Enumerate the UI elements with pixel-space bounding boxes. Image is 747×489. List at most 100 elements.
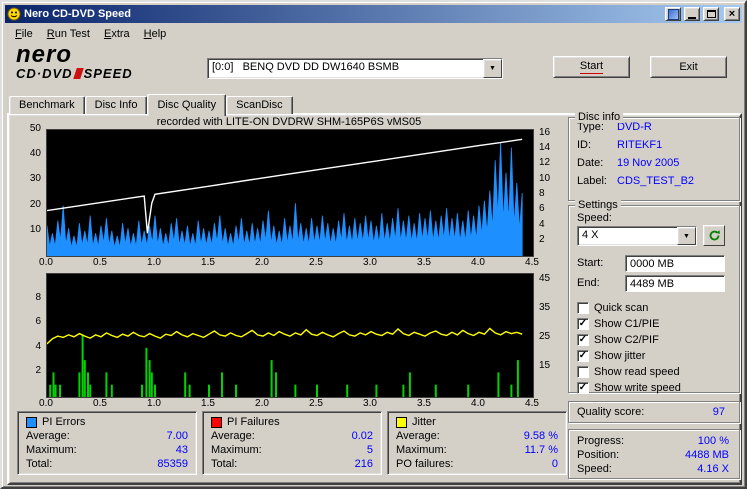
speed-select-dropdown-button[interactable]: ▼ (677, 227, 696, 245)
chevron-down-icon: ▼ (489, 65, 496, 72)
end-position-field[interactable]: 4489 MB (625, 275, 725, 292)
stat-row: Total: 85359 (26, 458, 188, 470)
disc-info-row: Label: CDS_TEST_B2 (577, 175, 695, 187)
logo-product-right: SPEED (83, 66, 133, 81)
show-write-speed-option: ✓ Show write speed (577, 382, 681, 394)
logo-flame-icon (72, 68, 84, 79)
pi-errors-x-axis: 0.0 0.5 1.0 1.5 2.0 2.5 3.0 3.5 4.0 4.5 (39, 257, 539, 268)
show-read-speed-option: Show read speed (577, 365, 680, 379)
tab-strip: Benchmark Disc Info Disc Quality ScanDis… (9, 92, 293, 116)
disc-info-row: Date: 19 Nov 2005 (577, 157, 680, 169)
pi-errors-left-axis: 50 40 30 20 10 (29, 123, 41, 235)
start-button[interactable]: Start (553, 56, 630, 78)
title-bar[interactable]: Nero CD-DVD Speed × (5, 5, 742, 23)
stat-row: Maximum: 5 (211, 444, 373, 456)
tab-disc-info[interactable]: Disc Info (84, 96, 148, 114)
settings-group-title: Settings (575, 199, 621, 211)
menu-run-test[interactable]: Run Test (40, 26, 97, 42)
menu-extra[interactable]: Extra (97, 26, 137, 42)
progress-row: Progress: 100 % (577, 435, 729, 447)
jitter-stats-title: Jitter (412, 416, 436, 428)
logo-product-text: CD·DVD SPEED (16, 66, 186, 81)
chart-title: recorded with LITE-ON DVDRW SHM-165P6S v… (156, 116, 422, 128)
refresh-button[interactable] (703, 225, 725, 246)
pi-errors-stats-box: PI Errors Average: 7.00 Maximum: 43 Total:… (17, 411, 197, 475)
pi-errors-legend-swatch (26, 416, 37, 428)
quality-score-value: 97 (712, 406, 725, 418)
pi-errors-chart-plot (46, 129, 534, 257)
quick-scan-option: Quick scan (577, 301, 648, 315)
disc-quality-content: recorded with LITE-ON DVDRW SHM-165P6S v… (9, 111, 740, 483)
show-c2-pif-option: ✓ Show C2/PIF (577, 334, 659, 346)
logo-brand-text: nero (16, 41, 73, 68)
quality-score-label: Quality score: (577, 406, 645, 418)
pi-failures-x-axis: 0.0 0.5 1.0 1.5 2.0 2.5 3.0 3.5 4.0 4.5 (39, 398, 539, 409)
quality-score-group: Quality score: 97 (568, 401, 740, 423)
position-row: Position: 4488 MB (577, 449, 729, 461)
menu-help[interactable]: Help (137, 26, 174, 42)
exit-button[interactable]: Exit (650, 56, 727, 78)
jitter-stats-box: Jitter Average: 9.58 % Maximum: 11.7 % PO … (387, 411, 567, 475)
menu-bar: File Run Test Extra Help (8, 25, 173, 42)
tab-disc-quality[interactable]: Disc Quality (147, 94, 227, 116)
chevron-down-icon: ▼ (683, 232, 690, 240)
pi-failures-legend-swatch (211, 416, 222, 428)
drive-select-dropdown-button[interactable]: ▼ (483, 59, 502, 78)
speed-select[interactable]: 4 X ▼ (577, 226, 697, 246)
logo-product-left: CD·DVD (16, 66, 73, 81)
app-window: Nero CD-DVD Speed × File Run Test Extra … (0, 0, 747, 489)
minimize-icon (688, 16, 696, 19)
end-label: End: (577, 277, 600, 289)
speed-select-value: 4 X (582, 229, 599, 241)
maximize-button[interactable] (703, 7, 719, 21)
tab-benchmark[interactable]: Benchmark (9, 96, 85, 114)
show-write-speed-checkbox[interactable]: ✓ (577, 382, 589, 394)
disc-info-row: ID: RITEKF1 (577, 139, 663, 151)
menu-file[interactable]: File (8, 26, 40, 42)
show-read-speed-checkbox[interactable] (577, 366, 589, 378)
pi-failures-chart-plot (46, 273, 534, 398)
pi-failures-stats-box: PI Failures Average: 0.02 Maximum: 5 Total… (202, 411, 382, 475)
progress-group: Progress: 100 % Position: 4488 MB Speed: 4.… (568, 429, 740, 479)
stat-row: Average: 9.58 % (396, 430, 558, 442)
jitter-legend-swatch (396, 416, 407, 428)
ime-icon (667, 8, 679, 20)
quick-scan-checkbox[interactable] (577, 302, 589, 314)
pi-failures-stats-title: PI Failures (227, 416, 280, 428)
scan-speed-row: Speed: 4.16 X (577, 463, 729, 475)
show-c1-pie-option: ✓ Show C1/PIE (577, 318, 660, 330)
nero-smiley-app-icon[interactable] (7, 7, 21, 21)
pi-failures-right-axis: 45 35 25 15 (539, 273, 551, 371)
stat-row: Maximum: 11.7 % (396, 444, 558, 456)
nero-logo: nero CD·DVD SPEED (16, 41, 186, 82)
speed-label: Speed: (577, 212, 612, 224)
stat-row: Average: 0.02 (211, 430, 373, 442)
show-c2-pif-checkbox[interactable]: ✓ (577, 334, 589, 346)
minimize-button[interactable] (684, 7, 700, 21)
disc-info-group: Disc info Type: DVD-R ID: RITEKF1 Date: 19 … (568, 111, 740, 201)
stat-row: Maximum: 43 (26, 444, 188, 456)
pi-failures-left-axis: 8642 (35, 291, 41, 377)
pi-errors-stats-title: PI Errors (42, 416, 86, 428)
stat-row: Average: 7.00 (26, 430, 188, 442)
stats-row: PI Errors Average: 7.00 Maximum: 43 Total:… (17, 411, 567, 475)
maximize-icon (706, 10, 716, 18)
settings-group: Settings Speed: 4 X ▼ Start: 0000 MB End… (568, 199, 740, 394)
window-title: Nero CD-DVD Speed (24, 8, 131, 20)
disc-quality-page: recorded with LITE-ON DVDRW SHM-165P6S v… (7, 111, 742, 485)
stat-row: Total: 216 (211, 458, 373, 470)
tab-scandisc[interactable]: ScanDisc (226, 96, 293, 114)
pi-errors-right-axis: 16 14 12 10 8 6 4 2 (539, 126, 551, 245)
start-label: Start: (577, 257, 604, 269)
drive-select[interactable]: [0:0] BENQ DVD DD DW1640 BSMB ▼ (207, 58, 503, 79)
refresh-icon (709, 230, 720, 241)
drive-select-value: [0:0] BENQ DVD DD DW1640 BSMB (212, 61, 400, 73)
start-position-field[interactable]: 0000 MB (625, 255, 725, 272)
ime-indicator-button[interactable] (665, 7, 681, 21)
stat-row: PO failures: 0 (396, 458, 558, 470)
close-button[interactable]: × (724, 7, 740, 21)
disc-info-group-title: Disc info (575, 111, 624, 123)
show-c1-pie-checkbox[interactable]: ✓ (577, 318, 589, 330)
show-jitter-option: ✓ Show jitter (577, 350, 646, 362)
show-jitter-checkbox[interactable]: ✓ (577, 350, 589, 362)
